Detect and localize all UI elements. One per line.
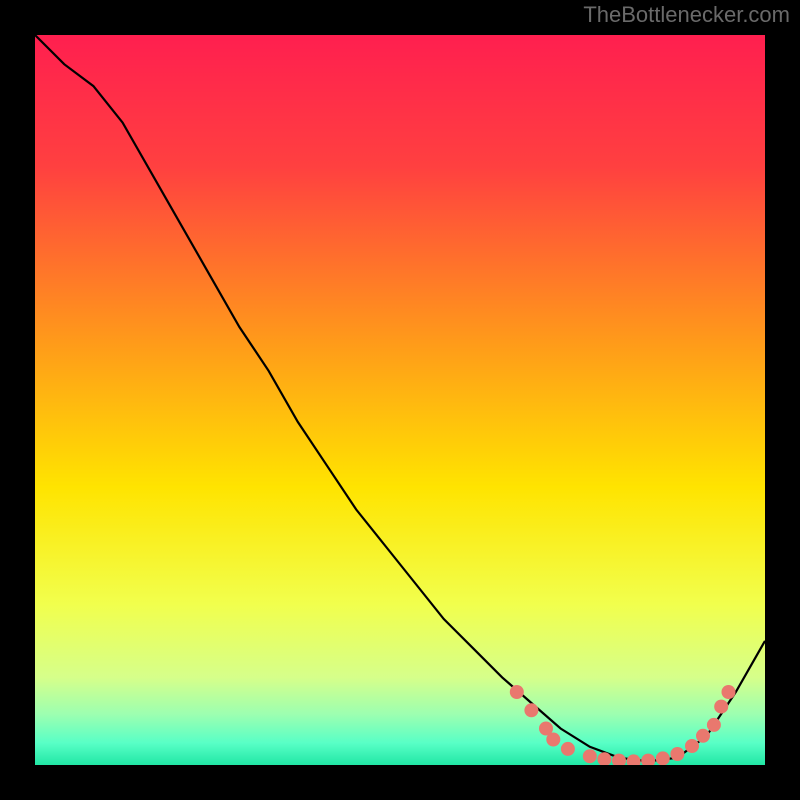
highlight-marker <box>510 685 524 699</box>
highlight-marker <box>524 703 538 717</box>
highlight-marker <box>696 729 710 743</box>
highlight-marker <box>656 751 670 765</box>
highlight-marker <box>722 685 736 699</box>
highlight-marker <box>685 739 699 753</box>
highlight-marker <box>583 749 597 763</box>
bottleneck-chart <box>35 35 765 765</box>
highlight-marker <box>670 747 684 761</box>
highlight-marker <box>714 700 728 714</box>
highlight-marker <box>546 733 560 747</box>
chart-frame: TheBottlenecker.com <box>0 0 800 800</box>
highlight-marker <box>561 742 575 756</box>
gradient-background <box>35 35 765 765</box>
highlight-marker <box>707 718 721 732</box>
attribution-label: TheBottlenecker.com <box>583 2 790 28</box>
